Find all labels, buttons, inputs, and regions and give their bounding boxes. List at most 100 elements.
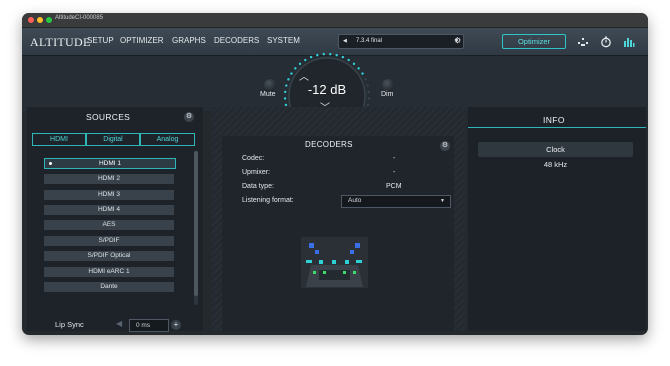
speaker-top-middle-left xyxy=(315,250,319,254)
speaker-center xyxy=(332,260,336,264)
source-item-aes[interactable]: AES xyxy=(44,220,174,230)
nav-decoders[interactable]: DECODERS xyxy=(214,36,259,45)
listening-format-label: Listening format: xyxy=(242,197,294,204)
lip-sync-label: Lip Sync xyxy=(55,320,84,329)
source-item-hdmi4[interactable]: HDMI 4 xyxy=(44,205,174,215)
close-window-button[interactable] xyxy=(28,17,34,23)
nav-optimizer[interactable]: OPTIMIZER xyxy=(120,36,164,45)
source-item-spdif-optical[interactable]: S/PDIF Optical xyxy=(44,251,174,261)
speaker-sub-left xyxy=(323,271,326,274)
listening-format-dropdown-icon: ▼ xyxy=(440,198,445,204)
selected-indicator-icon xyxy=(49,162,52,165)
volume-tick xyxy=(290,72,293,75)
nav-system[interactable]: SYSTEM xyxy=(267,36,300,45)
speaker-sub-right xyxy=(343,271,346,274)
optimizer-button[interactable]: Optimizer xyxy=(502,34,566,49)
volume-tick xyxy=(335,53,338,57)
clock-value: 48 kHz xyxy=(543,160,568,169)
speaker-layout-diagram xyxy=(301,237,368,288)
source-item-hdmi2[interactable]: HDMI 2 xyxy=(44,174,174,184)
speaker-surround-right xyxy=(353,271,356,274)
volume-tick xyxy=(366,84,369,87)
speaker-front-left xyxy=(306,260,312,263)
sources-gear-icon[interactable]: ⚙ xyxy=(184,112,194,122)
source-item-hdmi3[interactable]: HDMI 3 xyxy=(44,190,174,200)
upmixer-value: - xyxy=(393,169,396,176)
window-title: AltitudeCI-000085 xyxy=(55,15,104,21)
sources-header: SOURCES ⚙ xyxy=(27,107,203,124)
volume-tick xyxy=(329,52,332,56)
volume-tick xyxy=(284,103,288,107)
upmixer-label: Upmixer: xyxy=(242,169,271,176)
volume-tick xyxy=(361,72,364,75)
source-item-spdif[interactable]: S/PDIF xyxy=(44,236,174,246)
level-meter-icon[interactable] xyxy=(623,36,635,48)
sources-panel: SOURCES ⚙ HDMI Digital Analog HDMI 1 HDM… xyxy=(27,107,203,331)
source-item-dante[interactable]: Dante xyxy=(44,282,174,292)
lip-sync-input[interactable]: 0 ms xyxy=(129,319,169,332)
zoom-window-button[interactable] xyxy=(46,17,52,23)
speaker-top-front-left xyxy=(309,243,314,248)
dim-knob[interactable] xyxy=(382,79,394,91)
listening-format-value: Auto xyxy=(348,197,362,204)
speaker-layout-icon[interactable] xyxy=(577,36,589,48)
volume-tick xyxy=(304,58,307,62)
volume-tick xyxy=(287,78,290,81)
source-item-label: HDMI 1 xyxy=(98,160,122,167)
nav-graphs[interactable]: GRAPHS xyxy=(172,36,206,45)
nav-setup[interactable]: SETUP xyxy=(87,36,114,45)
preset-value: 7.3.4 final xyxy=(356,38,383,44)
minimize-window-button[interactable] xyxy=(37,17,43,23)
volume-tick xyxy=(366,103,370,107)
mute-label: Mute xyxy=(260,91,276,98)
volume-tick xyxy=(309,55,313,59)
volume-tick xyxy=(367,90,371,94)
altitude-logo: ALTITUDE xyxy=(30,35,91,49)
volume-tick xyxy=(367,97,371,100)
volume-tick xyxy=(283,90,287,94)
speaker-front-right xyxy=(356,260,362,263)
preset-gear-icon[interactable]: ⚙ xyxy=(454,36,461,45)
sources-title: SOURCES xyxy=(86,112,131,122)
source-item-hdmi1[interactable]: HDMI 1 xyxy=(44,158,176,169)
info-panel: INFO Clock 48 kHz xyxy=(468,107,646,331)
volume-value: -12 dB xyxy=(307,82,347,97)
sources-scrollbar-thumb[interactable] xyxy=(194,151,198,296)
volume-tick xyxy=(341,55,345,59)
speaker-top-middle-right xyxy=(350,250,354,254)
dim-label: Dim xyxy=(381,91,394,98)
timer-icon[interactable] xyxy=(600,36,612,48)
decoders-title: DECODERS xyxy=(305,140,353,149)
tab-hdmi[interactable]: HDMI xyxy=(32,133,86,146)
listening-format-select[interactable]: Auto ▼ xyxy=(341,195,451,208)
volume-tick xyxy=(322,52,325,56)
codec-value: - xyxy=(393,155,396,162)
lip-sync-decrease-icon[interactable]: ◀ xyxy=(116,319,122,328)
preset-select[interactable]: ◀ 7.3.4 final ▼ xyxy=(338,34,464,49)
source-item-hdmi-earc1[interactable]: HDMI eARC 1 xyxy=(44,267,174,277)
volume-tick xyxy=(298,62,302,66)
volume-tick xyxy=(347,58,350,62)
data-type-label: Data type: xyxy=(242,183,274,190)
mute-knob[interactable] xyxy=(264,79,276,91)
volume-tick xyxy=(283,97,287,100)
volume-tick xyxy=(352,62,356,66)
decoders-panel xyxy=(222,136,454,331)
speaker-top-front-right xyxy=(355,243,360,248)
info-header: INFO xyxy=(468,107,646,128)
lip-sync-increase-button[interactable]: + xyxy=(171,320,181,330)
codec-label: Codec: xyxy=(242,155,265,162)
volume-tick xyxy=(294,67,297,70)
preset-left-caret-icon: ◀ xyxy=(343,38,347,44)
speaker-surround-left xyxy=(313,271,316,274)
volume-up-icon[interactable]: ︿ xyxy=(299,68,309,83)
tab-digital[interactable]: Digital xyxy=(86,133,140,146)
sources-scrollbar[interactable] xyxy=(194,151,198,305)
volume-tick xyxy=(364,78,367,81)
title-bar: AltitudeCI-000085 xyxy=(22,13,648,28)
data-type-value: PCM xyxy=(386,183,402,190)
volume-tick xyxy=(316,53,319,57)
volume-tick xyxy=(357,67,360,70)
tab-analog[interactable]: Analog xyxy=(140,133,195,146)
decoders-gear-icon[interactable]: ⚙ xyxy=(440,141,450,151)
